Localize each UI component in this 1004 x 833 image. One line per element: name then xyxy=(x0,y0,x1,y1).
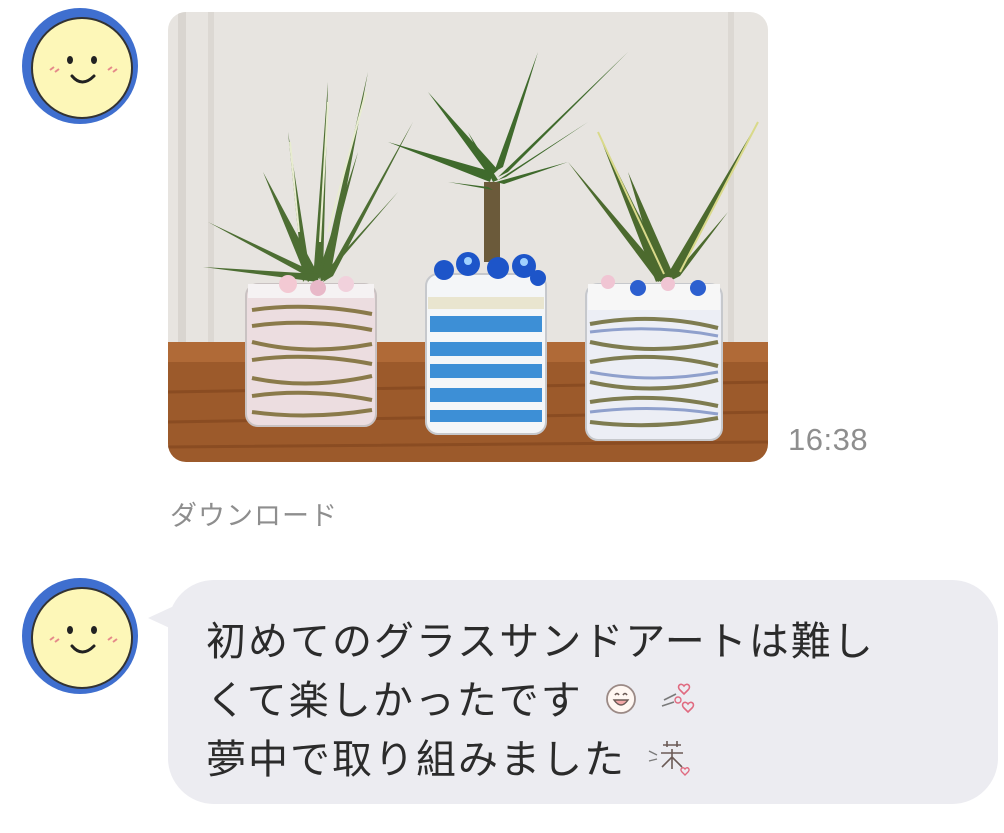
message-text: 初めてのグラスサンドアートは難し xyxy=(206,619,875,665)
download-link[interactable]: ダウンロード xyxy=(170,494,338,533)
message-text: 夢中で取り組みました xyxy=(206,737,626,783)
plant-photo-image xyxy=(168,12,768,462)
message-text-line: 夢中で取り組みました xyxy=(206,727,691,787)
message-text-line: 初めてのグラスサンドアートは難し xyxy=(206,609,875,667)
avatar[interactable] xyxy=(22,578,138,694)
floating-hearts-emoji-icon xyxy=(658,678,702,728)
laugh-kanji-emoji-icon xyxy=(647,737,691,787)
message-text-line: くて楽しかったです xyxy=(206,668,702,728)
avatar[interactable] xyxy=(22,8,138,124)
message-photo[interactable] xyxy=(168,12,768,462)
smiley-avatar-icon xyxy=(31,17,133,119)
message-text: くて楽しかったです xyxy=(206,678,583,724)
smiley-face-emoji-icon xyxy=(604,680,638,726)
smiley-avatar-icon xyxy=(31,587,133,689)
message-timestamp: 16:38 xyxy=(788,422,869,457)
